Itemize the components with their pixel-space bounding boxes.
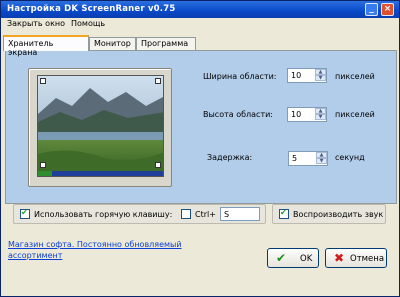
menu-bar: Закрыть окно Помощь (1, 18, 399, 32)
tab-strip: Хранитель экрана Монитор Программа (3, 35, 397, 57)
delay-unit: секунд (335, 153, 365, 162)
software-store-link[interactable]: Магазин софта. Постоянно обновляемый асс… (8, 239, 230, 261)
width-value: 10 (291, 71, 302, 80)
selection-handle-bottom-right[interactable] (155, 162, 161, 168)
minimize-icon: _ (369, 4, 374, 14)
window-title: Настройка DK ScreenRaner v0.75 (7, 4, 176, 14)
tab-program[interactable]: Программа (136, 37, 196, 51)
play-sound-label: Воспроизводить звук (293, 210, 384, 219)
selection-handle-top-left[interactable] (40, 78, 46, 84)
spin-down-icon[interactable]: ▼ (316, 158, 327, 164)
height-unit: пикселей (335, 110, 375, 119)
width-spinner[interactable]: 10 ▲ ▼ (287, 68, 327, 83)
selection-handle-bottom-left[interactable] (40, 162, 46, 168)
menu-item-close-window[interactable]: Закрыть окно (7, 19, 65, 28)
settings-window: Настройка DK ScreenRaner v0.75 _ × Закры… (0, 0, 400, 297)
play-sound-checkbox[interactable] (279, 208, 289, 219)
width-label: Ширина области: (203, 72, 277, 81)
close-icon: × (383, 4, 392, 14)
width-unit: пикселей (335, 72, 375, 81)
screen-preview-image (37, 75, 164, 177)
monitor-preview (28, 68, 172, 187)
cancel-button[interactable]: ✖ Отмена (325, 248, 387, 268)
hotkey-key-input[interactable]: S (220, 207, 260, 221)
check-icon: ✔ (276, 251, 287, 265)
ctrl-label: Ctrl+ (195, 210, 216, 219)
tab-label: Программа (141, 39, 189, 48)
ok-button-label: OK (300, 254, 313, 264)
hotkey-key-value: S (224, 210, 230, 219)
ok-button[interactable]: ✔ OK (267, 248, 319, 268)
title-bar[interactable]: Настройка DK ScreenRaner v0.75 _ × (1, 1, 399, 18)
use-hotkey-checkbox[interactable] (20, 208, 30, 219)
landscape-wallpaper (38, 76, 163, 176)
close-button[interactable]: × (381, 3, 394, 16)
use-hotkey-label: Использовать горячую клавишу: (34, 210, 173, 219)
minimize-button[interactable]: _ (365, 3, 378, 16)
tab-panel-screensaver: Ширина области: 10 ▲ ▼ пикселей Высота о… (5, 50, 397, 204)
height-spinner[interactable]: 10 ▲ ▼ (287, 107, 327, 122)
spin-down-icon[interactable]: ▼ (315, 75, 326, 81)
cross-icon: ✖ (334, 251, 345, 265)
spin-down-icon[interactable]: ▼ (315, 114, 326, 120)
tab-label: Монитор (94, 39, 131, 48)
height-value: 10 (291, 110, 302, 119)
delay-label: Задержка: (207, 153, 253, 162)
tab-monitor[interactable]: Монитор (89, 37, 136, 51)
height-label: Высота области: (203, 110, 273, 119)
delay-value: 5 (292, 154, 298, 163)
tab-screensaver[interactable]: Хранитель экрана (3, 35, 89, 57)
delay-spinner[interactable]: 5 ▲ ▼ (288, 151, 328, 166)
cancel-button-label: Отмена (350, 254, 385, 264)
sound-group: Воспроизводить звук (272, 204, 386, 224)
menu-item-help[interactable]: Помощь (71, 19, 105, 28)
selection-handle-top-right[interactable] (155, 78, 161, 84)
ctrl-checkbox[interactable] (181, 209, 191, 219)
hotkey-group: Использовать горячую клавишу: Ctrl+ S (13, 204, 266, 224)
